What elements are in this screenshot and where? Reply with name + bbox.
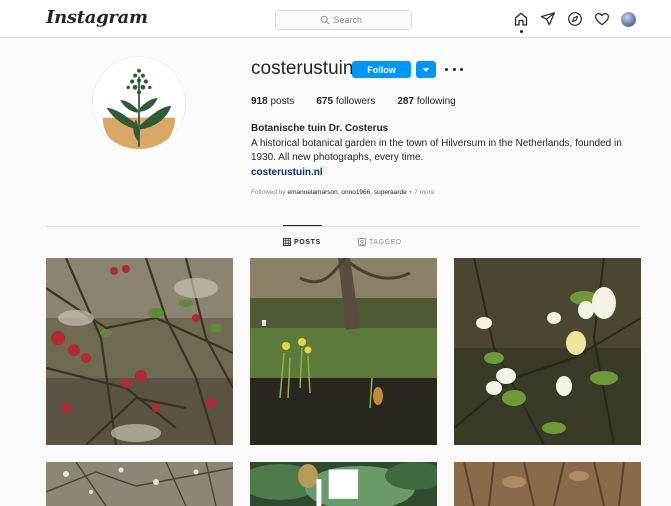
profile-avatar-icon[interactable] [621, 11, 636, 27]
direct-icon[interactable] [540, 11, 556, 27]
botanical-logo-icon [93, 57, 185, 149]
post-thumbnail[interactable] [46, 258, 233, 445]
post-thumbnail[interactable] [250, 258, 437, 445]
more-options-button[interactable] [445, 63, 463, 75]
follower-name: emanuelamarson [287, 189, 338, 196]
post-thumbnail[interactable] [250, 462, 437, 506]
grid-icon [283, 238, 291, 246]
explore-icon[interactable] [567, 11, 583, 27]
instagram-logo[interactable]: Instagram [46, 7, 148, 28]
post-thumbnail[interactable] [454, 462, 641, 506]
search-input[interactable] [333, 15, 368, 25]
home-icon[interactable] [513, 11, 529, 27]
multiple-photos-icon [316, 469, 359, 506]
post-thumbnail[interactable] [46, 462, 233, 506]
more-dot-icon [445, 67, 448, 71]
chevron-down-icon [423, 67, 429, 72]
follower-name: superaarde [373, 189, 407, 196]
followed-by-text[interactable]: Followed by emanuelamarson, onno1966, su… [251, 189, 434, 196]
suggested-accounts-dropdown-button[interactable] [416, 61, 436, 78]
tab-posts[interactable]: POSTS [283, 238, 321, 246]
profile-picture[interactable] [92, 56, 186, 150]
profile-website-link[interactable]: costerustuin.nl [251, 167, 323, 178]
nav-icons [513, 11, 636, 27]
post-image [454, 258, 641, 445]
post-image [46, 258, 233, 445]
tab-tagged[interactable]: TAGGED [358, 238, 402, 246]
profile-stats: 918 posts 675 followers 287 following [251, 96, 478, 107]
post-thumbnail[interactable] [454, 258, 641, 445]
active-tab-indicator [283, 225, 322, 226]
profile-bio: A historical botanical garden in the tow… [251, 138, 622, 163]
activity-heart-icon[interactable] [594, 11, 610, 27]
tabs-divider [46, 226, 640, 227]
top-navigation-bar: Instagram [0, 0, 671, 38]
search-icon [320, 15, 329, 25]
profile-full-name: Botanische tuin Dr. Costerus [251, 123, 389, 134]
post-image [46, 462, 233, 506]
post-image [250, 258, 437, 445]
tagged-icon [358, 238, 366, 246]
stat-following[interactable]: 287 following [397, 96, 455, 107]
post-image [454, 462, 641, 506]
more-dot-icon [460, 67, 463, 71]
stat-followers[interactable]: 675 followers [316, 96, 375, 107]
search-box[interactable] [275, 10, 412, 30]
profile-username: costerustuin [251, 58, 354, 79]
stat-posts: 918 posts [251, 96, 295, 107]
follow-button[interactable]: Follow [352, 61, 411, 78]
active-nav-indicator [520, 30, 523, 33]
more-dot-icon [452, 67, 456, 71]
follower-name: onno1966 [341, 189, 371, 196]
